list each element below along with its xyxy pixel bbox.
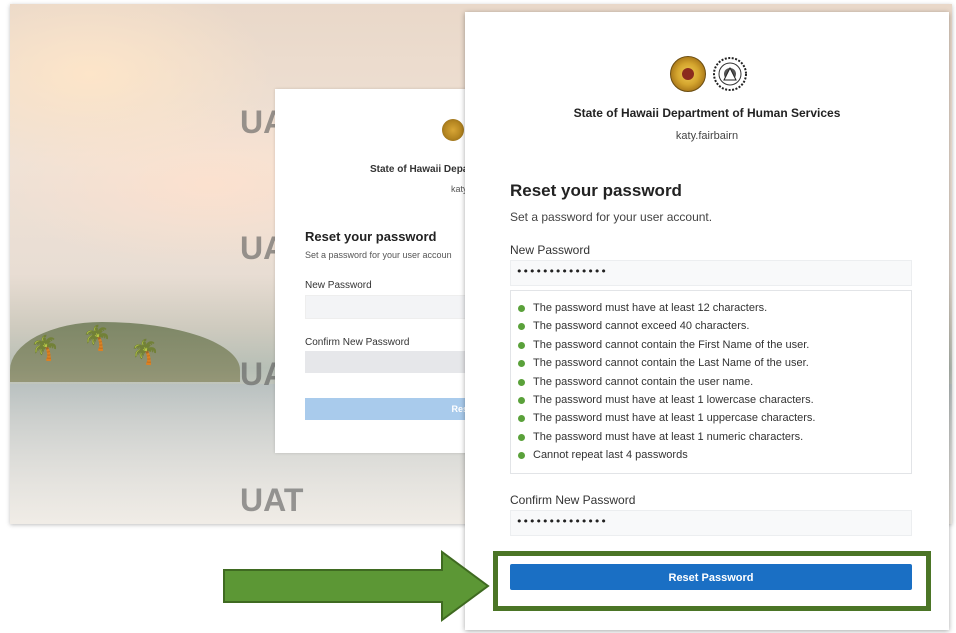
new-password-label: New Password <box>510 243 591 257</box>
confirm-password-label: Confirm New Password <box>510 493 636 507</box>
password-rule: Cannot repeat last 4 passwords <box>518 446 911 464</box>
green-dot-icon <box>518 396 525 404</box>
green-dot-icon <box>518 415 525 423</box>
background-confirm-password-label: Confirm New Password <box>305 337 410 348</box>
green-dot-icon <box>518 305 525 312</box>
green-dot-icon <box>518 452 525 460</box>
page-subtitle: Set a password for your user account. <box>510 210 713 224</box>
green-dot-icon <box>518 323 525 331</box>
green-dot-icon <box>518 433 525 441</box>
password-rule: The password must have at least 1 upperc… <box>518 409 911 427</box>
right-arrow-icon <box>223 550 490 622</box>
password-rules-list: The password must have at least 12 chara… <box>510 290 912 474</box>
background-login-card: State of Hawaii Depa katy Reset your pas… <box>275 89 482 453</box>
password-rule-text: Cannot repeat last 4 passwords <box>533 449 688 462</box>
background-org-name: State of Hawaii Depa <box>370 164 469 175</box>
dhs-seal-icon <box>713 57 747 91</box>
password-rule: The password cannot contain the user nam… <box>518 373 911 391</box>
background-subtitle: Set a password for your user accoun <box>305 250 452 260</box>
password-rule-text: The password must have at least 1 numeri… <box>533 430 804 443</box>
password-rule: The password must have at least 1 numeri… <box>518 428 911 446</box>
page-title: Reset your password <box>510 181 682 200</box>
password-rule: The password cannot contain the First Na… <box>518 336 911 354</box>
palm-tree-icon: 🌴 <box>30 335 60 362</box>
new-password-field[interactable]: •••••••••••••• <box>510 260 912 286</box>
password-rule: The password must have at least 12 chara… <box>518 299 911 317</box>
password-rule-text: The password must have at least 1 upperc… <box>533 412 816 425</box>
password-rule: The password cannot contain the Last Nam… <box>518 354 911 372</box>
confirm-password-field[interactable]: •••••••••••••• <box>510 510 912 536</box>
username: katy.fairbairn <box>675 130 739 142</box>
password-rule-text: The password cannot contain the First Na… <box>533 338 810 351</box>
background-confirm-password-field <box>305 351 480 373</box>
background-title: Reset your password <box>305 229 437 244</box>
background-new-password-label: New Password <box>305 280 372 291</box>
password-rule-text: The password cannot exceed 40 characters… <box>533 320 750 333</box>
palm-tree-icon: 🌴 <box>82 325 112 352</box>
org-name: State of Hawaii Department of Human Serv… <box>573 106 841 120</box>
palm-tree-icon: 🌴 <box>130 339 160 366</box>
uat-watermark: UAT <box>240 482 304 518</box>
reset-password-card: State of Hawaii Department of Human Serv… <box>465 12 949 630</box>
state-seal-icon <box>670 56 706 92</box>
password-rule-text: The password cannot contain the user nam… <box>533 375 754 388</box>
annotation-highlight-box <box>493 551 931 611</box>
background-reset-button: Reset <box>305 398 480 420</box>
green-dot-icon <box>518 360 525 368</box>
green-dot-icon <box>518 378 525 386</box>
password-rule: The password must have at least 1 lowerc… <box>518 391 911 409</box>
password-rule-text: The password must have at least 12 chara… <box>533 302 768 314</box>
password-rule: The password cannot exceed 40 characters… <box>518 317 911 335</box>
state-seal-icon <box>442 119 464 141</box>
password-rule-text: The password cannot contain the Last Nam… <box>533 357 809 370</box>
password-rule-text: The password must have at least 1 lowerc… <box>533 393 814 406</box>
green-dot-icon <box>518 341 525 349</box>
background-new-password-field <box>305 295 482 319</box>
